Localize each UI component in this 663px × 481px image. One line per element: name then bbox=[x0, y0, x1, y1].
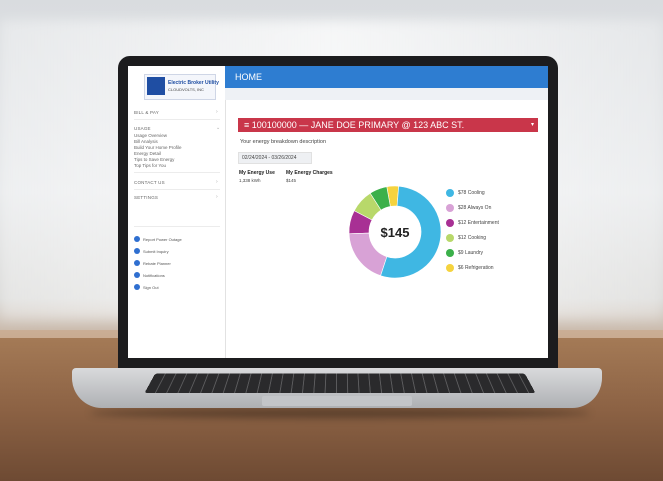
laptop-trackpad bbox=[262, 396, 412, 406]
nav-divider bbox=[134, 119, 220, 120]
nav-divider bbox=[134, 172, 220, 173]
rebate-icon bbox=[134, 260, 140, 266]
nav-bill-analysis[interactable]: Bill Analysis bbox=[134, 139, 158, 144]
chevron-right-icon[interactable]: › bbox=[216, 109, 218, 115]
company-logo[interactable]: Electric Broker Utility CLOUDVOLTS, INC bbox=[144, 74, 219, 100]
laptop-shadow bbox=[90, 408, 590, 418]
logo-mark-icon bbox=[147, 77, 165, 95]
quick-link-label: Submit Inquiry bbox=[143, 248, 169, 254]
account-selector[interactable]: ≡ 100100000 — JANE DOE PRIMARY @ 123 ABC… bbox=[238, 118, 538, 132]
outage-icon bbox=[134, 236, 140, 242]
logo-line2: CLOUDVOLTS, INC bbox=[168, 87, 204, 92]
energy-charges-label: My Energy Charges bbox=[286, 170, 333, 176]
legend-swatch bbox=[446, 188, 454, 197]
laptop-screen: Electric Broker Utility CLOUDVOLTS, INC … bbox=[128, 66, 548, 358]
legend-item-refrigeration[interactable]: $6 Refrigeration bbox=[446, 260, 499, 275]
inquiry-icon bbox=[134, 248, 140, 254]
legend-item-laundry[interactable]: $9 Laundry bbox=[446, 245, 499, 260]
nav-divider bbox=[134, 189, 220, 190]
legend-item-entertainment[interactable]: $12 Entertainment bbox=[446, 215, 499, 230]
legend-item-always-on[interactable]: $28 Always On bbox=[446, 200, 499, 215]
energy-charges-value: $145 bbox=[286, 178, 297, 183]
account-label: ≡ 100100000 — JANE DOE PRIMARY @ 123 ABC… bbox=[244, 120, 465, 130]
laptop-keyboard bbox=[144, 373, 536, 393]
breakdown-description: Your energy breakdown description bbox=[240, 139, 327, 145]
legend-label: $9 Laundry bbox=[458, 249, 484, 256]
legend-label: $78 Cooling bbox=[458, 189, 485, 196]
nav-bill-pay[interactable]: BILL & PAY bbox=[134, 110, 159, 115]
legend-label: $12 Entertainment bbox=[458, 219, 499, 226]
legend-label: $28 Always On bbox=[458, 204, 492, 211]
top-bar: HOME bbox=[225, 66, 548, 88]
nav-contact-us[interactable]: CONTACT US bbox=[134, 180, 165, 185]
nav-usage[interactable]: USAGE bbox=[134, 126, 151, 131]
legend-swatch bbox=[446, 233, 454, 242]
legend-label: $12 Cooking bbox=[458, 234, 487, 241]
chevron-down-icon[interactable]: ⌄ bbox=[216, 125, 220, 131]
nav-tips-save-energy[interactable]: Tips to Save Energy bbox=[134, 157, 174, 162]
quick-link-sign-out[interactable]: Sign Out bbox=[134, 284, 159, 290]
header-band bbox=[225, 88, 548, 100]
legend-label: $6 Refrigeration bbox=[458, 264, 494, 271]
date-range-picker[interactable]: 02/24/2024 - 03/26/2024 bbox=[238, 152, 312, 164]
quick-link-notifications[interactable]: Notifications bbox=[134, 272, 165, 278]
quick-link-label: Sign Out bbox=[143, 284, 159, 290]
nav-settings[interactable]: SETTINGS bbox=[134, 195, 158, 200]
nav-usage-overview[interactable]: Usage Overview bbox=[134, 133, 167, 138]
legend-swatch bbox=[446, 248, 454, 257]
legend-swatch bbox=[446, 263, 454, 272]
quick-link-rebate[interactable]: Rebate Planner bbox=[134, 260, 171, 266]
chevron-right-icon[interactable]: › bbox=[216, 179, 218, 185]
legend-swatch bbox=[446, 218, 454, 227]
logo-line1: Electric Broker Utility bbox=[168, 80, 219, 86]
nav-build-home-profile[interactable]: Build Your Home Profile bbox=[134, 145, 182, 150]
date-range-value: 02/24/2024 - 03/26/2024 bbox=[242, 155, 297, 161]
nav-divider bbox=[134, 226, 220, 227]
sign-out-icon bbox=[134, 284, 140, 290]
energy-use-value: 1,338 kWh bbox=[239, 178, 261, 183]
nav-top-tips[interactable]: Top Tips for You bbox=[134, 163, 166, 168]
energy-donut-chart: $145 bbox=[348, 185, 442, 279]
quick-link-label: Rebate Planner bbox=[143, 260, 171, 266]
quick-link-inquiry[interactable]: Submit Inquiry bbox=[134, 248, 169, 254]
legend-item-cooking[interactable]: $12 Cooking bbox=[446, 230, 499, 245]
chevron-right-icon[interactable]: › bbox=[216, 194, 218, 200]
bell-icon bbox=[134, 272, 140, 278]
nav-energy-detail[interactable]: Energy Detail bbox=[134, 151, 161, 156]
chart-legend: $78 Cooling $28 Always On $12 Entertainmen… bbox=[446, 185, 499, 275]
sidebar: Electric Broker Utility CLOUDVOLTS, INC … bbox=[128, 66, 226, 358]
legend-swatch bbox=[446, 203, 454, 212]
quick-link-outage[interactable]: Report Power Outage bbox=[134, 236, 182, 242]
quick-link-label: Notifications bbox=[143, 272, 165, 278]
page-title: HOME bbox=[235, 72, 262, 82]
quick-link-label: Report Power Outage bbox=[143, 236, 182, 242]
legend-item-cooling[interactable]: $78 Cooling bbox=[446, 185, 499, 200]
energy-use-label: My Energy Use bbox=[239, 170, 275, 176]
caret-down-icon: ▾ bbox=[530, 122, 534, 128]
donut-center-total: $145 bbox=[381, 225, 410, 240]
